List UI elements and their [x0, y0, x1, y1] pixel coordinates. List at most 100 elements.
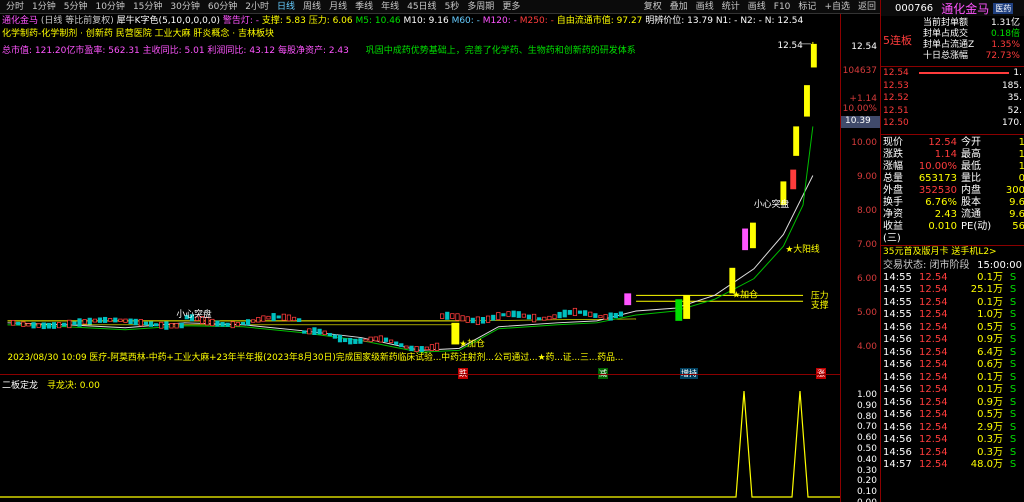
sub-indicator-value: 寻龙决: 0.00: [46, 381, 100, 391]
candle: [348, 337, 353, 345]
sub-ytick: 0.30: [856, 465, 877, 476]
period-tab[interactable]: 分时: [2, 0, 28, 14]
candle: [92, 318, 97, 323]
candle: [572, 307, 578, 316]
tick-direction: S: [1009, 296, 1017, 308]
candle: [220, 322, 225, 327]
sector-badge[interactable]: 医药: [993, 2, 1014, 14]
stats-block: 现价 12.54 今开 1 涨跌 1.14 最高 1 涨幅 10.00% 最低 1总…: [881, 133, 1024, 245]
sub-indicator-panel[interactable]: [0, 374, 840, 502]
toolbar-action[interactable]: F10: [770, 0, 795, 14]
period-tab[interactable]: 多周期: [463, 0, 498, 14]
seal-block: 5连板 当前封单额 1.31亿 封单占成交 0.18倍 封单占流通Z 1.35% 十日总涨幅…: [881, 16, 1024, 62]
toolbar-action[interactable]: 返回: [854, 0, 880, 14]
stat-label: 收益(三): [883, 220, 903, 244]
candle: [399, 343, 404, 348]
promo-text[interactable]: 35元首及版月卡 送手机L2>: [883, 247, 997, 257]
period-tab[interactable]: 45日线: [403, 0, 440, 14]
info-line-1: 通化金马 (日线 等比前复权) 犀牛K字色(5,10,0,0,0,0) 警告灯:…: [2, 15, 803, 27]
order-book-row[interactable]: 12.52 35.: [881, 92, 1024, 105]
toolbar-action[interactable]: 画线: [692, 0, 718, 14]
tick-price: 12.54: [919, 334, 948, 345]
candle: [394, 341, 399, 345]
kline-chart[interactable]: 12.54 小心突盘 小心突盘 ★大阳线 ★加仓 ★加仓 压力 支撑 2023/…: [0, 38, 840, 368]
period-tab[interactable]: 30分钟: [166, 0, 203, 14]
tick-row: 14:56 12.54 0.9万 S: [881, 334, 1024, 347]
candle: [465, 316, 470, 323]
stat-row: 现价 12.54 今开 1: [881, 137, 1024, 149]
period-tab[interactable]: 10分钟: [91, 0, 128, 14]
candle: [460, 315, 465, 322]
tick-volume: 0.6万: [977, 359, 1003, 370]
tick-direction: S: [1009, 346, 1017, 358]
tick-list[interactable]: 14:55 12.54 0.1万 S 14:55 12.54 25.1万 S 14:…: [881, 272, 1024, 472]
toolbar-action[interactable]: 叠加: [666, 0, 692, 14]
tick-time: 14:56: [883, 396, 912, 408]
period-tab[interactable]: 15分钟: [129, 0, 166, 14]
period-tab[interactable]: 60分钟: [204, 0, 241, 14]
toolbar-action[interactable]: 统计: [718, 0, 744, 14]
tick-time: 14:56: [883, 321, 912, 333]
stat-label: 最高: [961, 148, 981, 160]
seal-row: 封单占流通Z 1.35%: [921, 40, 1022, 51]
rise-candle-3: [750, 222, 756, 249]
candle: [225, 322, 230, 327]
tick-row: 14:56 12.54 6.4万 S: [881, 347, 1024, 360]
sub-indicator-name[interactable]: 二板定龙: [2, 381, 38, 391]
toolbar-action[interactable]: 复权: [640, 0, 666, 14]
stat-value: 6.76%: [925, 196, 957, 208]
period-tab[interactable]: 季线: [351, 0, 377, 14]
candle: [82, 319, 87, 325]
candle: [368, 336, 373, 343]
news-line: 2023/08/30 10:09 医疗-阿莫西林-中药+工业大麻+23年半年报(…: [8, 351, 624, 363]
add-pos-label-1: ★加仓: [459, 337, 485, 349]
candle: [281, 313, 286, 321]
tick-direction: S: [1009, 309, 1017, 320]
free-float-value: 自由流通市值: 97.27: [556, 16, 643, 26]
stat-label: 外盘: [883, 184, 903, 196]
stock-name[interactable]: 通化金马: [2, 16, 38, 26]
order-book-row[interactable]: 12.50 170.: [881, 117, 1024, 130]
period-tab[interactable]: 周线: [299, 0, 325, 14]
stock-name-header[interactable]: 通化金马: [941, 0, 989, 17]
stock-code[interactable]: 000766: [895, 3, 933, 14]
period-tab[interactable]: 月线: [325, 0, 351, 14]
toolbar-action[interactable]: 标记: [794, 0, 820, 14]
period-tab[interactable]: 日线: [273, 0, 299, 14]
add-pos-label-2: ★加仓: [732, 288, 758, 300]
candle: [154, 323, 159, 327]
period-tab[interactable]: 更多: [498, 0, 524, 14]
cost-value: 明辨价位: 13.79: [645, 16, 713, 26]
period-tab[interactable]: 年线: [377, 0, 403, 14]
candle: [337, 334, 343, 343]
tick-direction: S: [1009, 446, 1017, 458]
period-tab[interactable]: 2小时: [241, 0, 273, 14]
order-book-row[interactable]: 12.53 185.: [881, 80, 1024, 93]
order-price: 12.50: [883, 118, 909, 128]
tick-volume: 0.5万: [977, 321, 1003, 333]
period-tab[interactable]: 1分钟: [28, 0, 60, 14]
order-book-row[interactable]: 12.54 1.: [881, 67, 1024, 80]
candle: [148, 321, 154, 327]
toolbar-action[interactable]: 画线: [744, 0, 770, 14]
order-book-row[interactable]: 12.51 52.: [881, 105, 1024, 118]
tick-volume: 0.9万: [977, 396, 1003, 408]
toolbar-action[interactable]: +自选: [820, 0, 854, 14]
big-up-label: ★大阳线: [785, 243, 820, 255]
candle: [102, 316, 108, 323]
period-tab[interactable]: 5秒: [441, 0, 464, 14]
tick-volume: 0.3万: [977, 434, 1003, 445]
stat-value: 1: [1018, 160, 1024, 172]
candle: [317, 328, 322, 335]
order-volume: 35.: [1007, 93, 1022, 103]
candle: [266, 315, 271, 320]
order-price: 12.54: [883, 68, 909, 78]
tick-price: 12.54: [919, 371, 948, 383]
period-tab[interactable]: 5分钟: [60, 0, 92, 14]
order-price: 12.53: [883, 80, 909, 91]
promo-banner[interactable]: 35元首及版月卡 送手机L2>: [881, 244, 1024, 259]
candle: [297, 318, 302, 323]
indicator-name[interactable]: 犀牛K字色(5,10,0,0,0,0): [117, 16, 220, 26]
candle: [506, 311, 511, 317]
candle: [378, 335, 383, 343]
